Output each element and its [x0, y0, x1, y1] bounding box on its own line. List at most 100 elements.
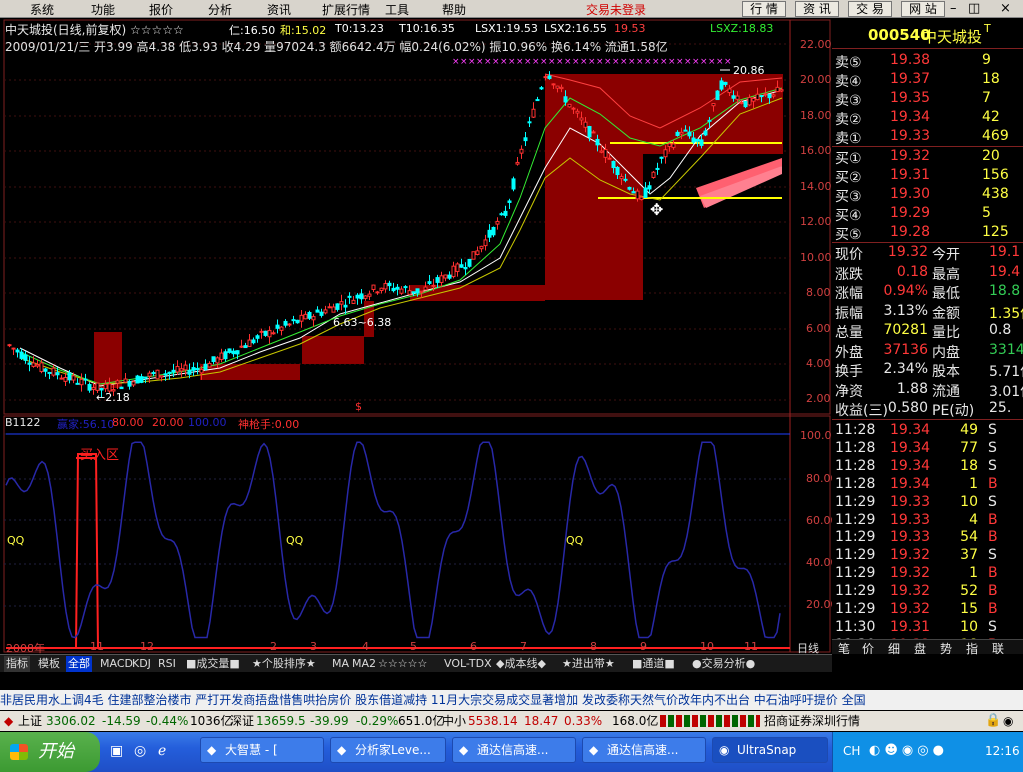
taskbar-btn-tdx2[interactable]: ◆ 通达信高速...	[582, 737, 706, 763]
ask-row[interactable]: 卖② 19.34 42	[832, 109, 1023, 128]
svg-text:×: ×	[508, 57, 516, 67]
taskbar-btn-dazhihui[interactable]: ◆ 大智慧 - [	[200, 737, 324, 763]
ask-row[interactable]: 卖① 19.33 469	[832, 128, 1023, 147]
market-button[interactable]: 行 情	[742, 1, 786, 17]
app-icon: ◆	[337, 743, 347, 757]
buy-zone-label: 买入区	[80, 448, 120, 463]
date-axis: 2008年 11 12 2 3 4 5 6 7 8 9 10 11 日线	[6, 640, 819, 655]
zx-index[interactable]: 5538.14	[468, 711, 518, 731]
tab-stock-rank[interactable]: ★个股排序★	[250, 656, 318, 672]
sz-index[interactable]: 13659.5	[256, 711, 306, 731]
close-icon[interactable]: ×	[1000, 1, 1011, 16]
lock-icon[interactable]: 🔒	[985, 711, 1001, 731]
svg-text:×: ×	[604, 57, 612, 67]
indicator-value-c: 20.00	[152, 416, 184, 429]
tab-trend[interactable]: 势	[940, 640, 952, 657]
menu-tools[interactable]: 工具	[385, 1, 409, 18]
ie-icon[interactable]: ℯ	[158, 743, 166, 759]
tab-index[interactable]: 指	[966, 640, 978, 657]
quicklaunch-icon-1[interactable]: ▣	[110, 743, 123, 759]
menu-quote[interactable]: 报价	[149, 1, 173, 18]
svg-text:×: ×	[468, 57, 476, 67]
menu-help[interactable]: 帮助	[442, 1, 466, 18]
tab-book[interactable]: 盘	[914, 640, 926, 657]
menu-function[interactable]: 功能	[91, 1, 115, 18]
stat-row: 振幅3.13%金额1.35亿	[835, 302, 1023, 322]
tab-link[interactable]: 联	[992, 640, 1004, 657]
tab-ma2[interactable]: MA2	[350, 656, 378, 672]
svg-text:×: ×	[652, 57, 660, 67]
menu-analysis[interactable]: 分析	[208, 1, 232, 18]
market-breadth-bar	[660, 715, 760, 727]
website-button[interactable]: 网 站	[901, 1, 945, 17]
menu-news[interactable]: 资讯	[267, 1, 291, 18]
detail-tabs: 笔 价 细 盘 势 指 联	[832, 639, 1023, 657]
taskbar-btn-tdx1[interactable]: ◆ 通达信高速...	[452, 737, 576, 763]
tab-cost-line[interactable]: ◆成本线◆	[494, 656, 548, 672]
taskbar-btn-analyst[interactable]: ◆ 分析家Leve...	[330, 737, 446, 763]
tick-row: 11:28 19.34 49 S	[835, 422, 997, 438]
restore-icon[interactable]: ◫	[968, 1, 980, 16]
bid-row[interactable]: 买③ 19.30 438	[832, 186, 1023, 205]
tab-template[interactable]: 模板	[36, 656, 62, 672]
kline-chart[interactable]: × × × × × × × × × × × × × × × × × × × × × × × × × × × × × × × × × × ×	[0, 18, 832, 654]
tab-in-out[interactable]: ★进出带★	[560, 656, 617, 672]
svg-text:×: ×	[684, 57, 692, 67]
tab-volume[interactable]: ■成交量■	[184, 656, 242, 672]
tab-channel[interactable]: ■通道■	[630, 656, 677, 672]
tab-kdj[interactable]: KDJ	[130, 656, 153, 672]
svg-text:×: ×	[708, 57, 716, 67]
bid-row[interactable]: 买⑤ 19.28 125	[832, 224, 1023, 243]
indicator-value-d: 100.00	[188, 416, 227, 429]
stock-name: 中天城投	[922, 28, 983, 46]
svg-text:×: ×	[452, 57, 460, 67]
tray-icons[interactable]: ◐☻◉◎●	[869, 743, 948, 758]
ask-row[interactable]: 卖⑤ 19.38 9	[832, 52, 1023, 71]
tick-row: 11:28 19.34 18 S	[835, 457, 997, 474]
tab-rsi[interactable]: RSI	[156, 656, 178, 672]
tab-vol-tdx[interactable]: VOL-TDX	[442, 656, 494, 672]
bid-row[interactable]: 买① 19.32 20	[832, 148, 1023, 167]
tab-ma[interactable]: MA	[330, 656, 351, 672]
tab-stars[interactable]: ☆☆☆☆☆	[376, 656, 429, 672]
info-icon[interactable]: ◉	[1003, 711, 1013, 731]
start-button[interactable]: 开始	[0, 732, 100, 772]
tab-tick[interactable]: 笔	[838, 640, 850, 657]
indicator-tab-bar: 指标 模板 全部 MACD KDJ RSI ■成交量■ ★个股排序★ MA MA…	[0, 654, 832, 672]
menu-system[interactable]: 系统	[30, 1, 54, 18]
indicator-name[interactable]: B1122	[5, 416, 41, 429]
ask-row[interactable]: 卖④ 19.37 18	[832, 71, 1023, 90]
bid-row[interactable]: 买② 19.31 156	[832, 167, 1023, 186]
tab-detail[interactable]: 细	[888, 640, 900, 657]
news-ticker[interactable]: 非居民用水上调4毛 住建部整治楼市 严打开发商捂盘惜售哄抬房价 股东借道减持 1…	[0, 690, 1023, 710]
sh-icon: ◆	[4, 714, 14, 728]
tick-row: 11:29 19.33 10 S	[835, 493, 997, 510]
info-button[interactable]: 资 讯	[795, 1, 839, 17]
tab-all[interactable]: 全部	[66, 656, 92, 672]
language-indicator[interactable]: CH	[843, 744, 860, 758]
stat-row: 收益(三) 0.580 PE(动) 25.	[835, 400, 1012, 419]
bid-row[interactable]: 买④ 19.29 5	[832, 205, 1023, 224]
tab-trade-analysis[interactable]: ●交易分析●	[690, 656, 757, 672]
tab-indicator[interactable]: 指标	[4, 656, 30, 672]
qq-marker-2: QQ	[286, 534, 304, 547]
stat-row: 净资1.88流通3.01亿	[835, 380, 1023, 400]
trade-login-status[interactable]: 交易未登录	[586, 1, 646, 18]
menu-extended[interactable]: 扩展行情	[322, 1, 370, 18]
index-status-bar: ◆ 上证 3306.02 -14.59 -0.44% 1036亿 深证 1365…	[0, 711, 1023, 731]
minimize-icon[interactable]: –	[950, 1, 957, 16]
tab-price[interactable]: 价	[862, 640, 874, 657]
taskbar-btn-ultrasnap[interactable]: ◉ UltraSnap	[712, 737, 828, 763]
qq-marker-1: QQ	[7, 534, 25, 547]
quicklaunch-icon-2[interactable]: ◎	[134, 743, 146, 759]
sh-index[interactable]: 3306.02	[46, 711, 96, 731]
stat-row: 外盘 37136 内盘 3314	[835, 341, 1023, 361]
svg-text:×: ×	[524, 57, 532, 67]
ask-row[interactable]: 卖③ 19.35 7	[832, 90, 1023, 109]
trade-button[interactable]: 交 易	[848, 1, 892, 17]
svg-text:×: ×	[484, 57, 492, 67]
quote-panel: 000540 中天城投 T 卖⑤ 19.38 9 卖④ 19.37 18 卖③ 19.35 7 卖…	[832, 22, 1023, 657]
svg-text:×: ×	[676, 57, 684, 67]
svg-text:×: ×	[596, 57, 604, 67]
app-icon: ◆	[459, 743, 469, 757]
